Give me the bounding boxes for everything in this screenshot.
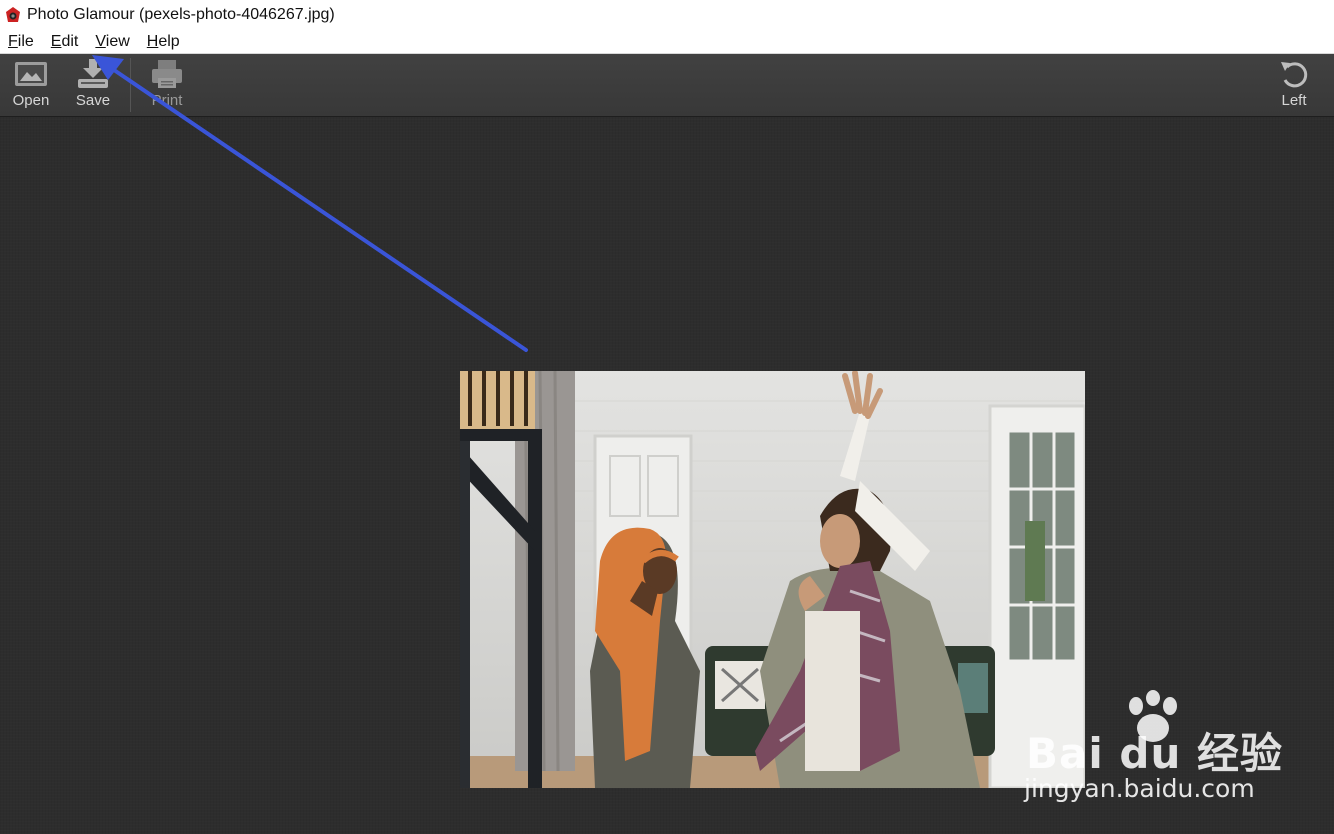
menu-help-mnemonic: H xyxy=(146,32,159,50)
rotate-left-icon xyxy=(1277,58,1311,90)
image-open-icon xyxy=(14,58,48,90)
menu-edit[interactable]: Edit xyxy=(51,33,79,51)
menu-view[interactable]: View xyxy=(95,33,129,51)
rotate-left-label: Left xyxy=(1281,92,1307,109)
watermark-brand: Bai du 经验 xyxy=(1026,729,1283,778)
open-label: Open xyxy=(12,92,50,109)
menu-file-label: ile xyxy=(17,32,34,50)
baidu-jingyan-watermark: Bai du 经验 jingyan.baidu.com xyxy=(1022,690,1322,810)
print-label: Print xyxy=(151,92,183,109)
menu-edit-mnemonic: E xyxy=(50,32,62,50)
menu-edit-label: dit xyxy=(61,32,79,50)
photo-image xyxy=(460,371,1085,788)
toolbar-divider xyxy=(130,58,131,112)
open-button[interactable]: Open xyxy=(3,58,59,114)
window-title: Photo Glamour (pexels-photo-4046267.jpg) xyxy=(27,6,335,23)
save-button[interactable]: Save xyxy=(65,58,121,114)
menu-file-mnemonic: F xyxy=(8,32,18,50)
download-save-icon xyxy=(76,58,110,90)
print-button[interactable]: Print xyxy=(139,58,195,114)
toolbar: Open Save Print Left xyxy=(0,54,1334,117)
app-window: Photo Glamour (pexels-photo-4046267.jpg)… xyxy=(0,0,1334,834)
watermark-url: jingyan.baidu.com xyxy=(1024,774,1255,803)
menu-view-label: iew xyxy=(105,32,130,50)
menu-bar: File Edit View Help xyxy=(0,30,1334,54)
menu-help-label: elp xyxy=(158,32,180,50)
rotate-left-button[interactable]: Left xyxy=(1266,58,1322,114)
menu-file[interactable]: File xyxy=(8,33,34,51)
camera-app-icon xyxy=(4,6,22,24)
title-bar: Photo Glamour (pexels-photo-4046267.jpg) xyxy=(0,0,1334,30)
menu-help[interactable]: Help xyxy=(147,33,180,51)
save-label: Save xyxy=(75,92,111,109)
printer-icon xyxy=(150,58,184,90)
menu-view-mnemonic: V xyxy=(95,32,106,50)
